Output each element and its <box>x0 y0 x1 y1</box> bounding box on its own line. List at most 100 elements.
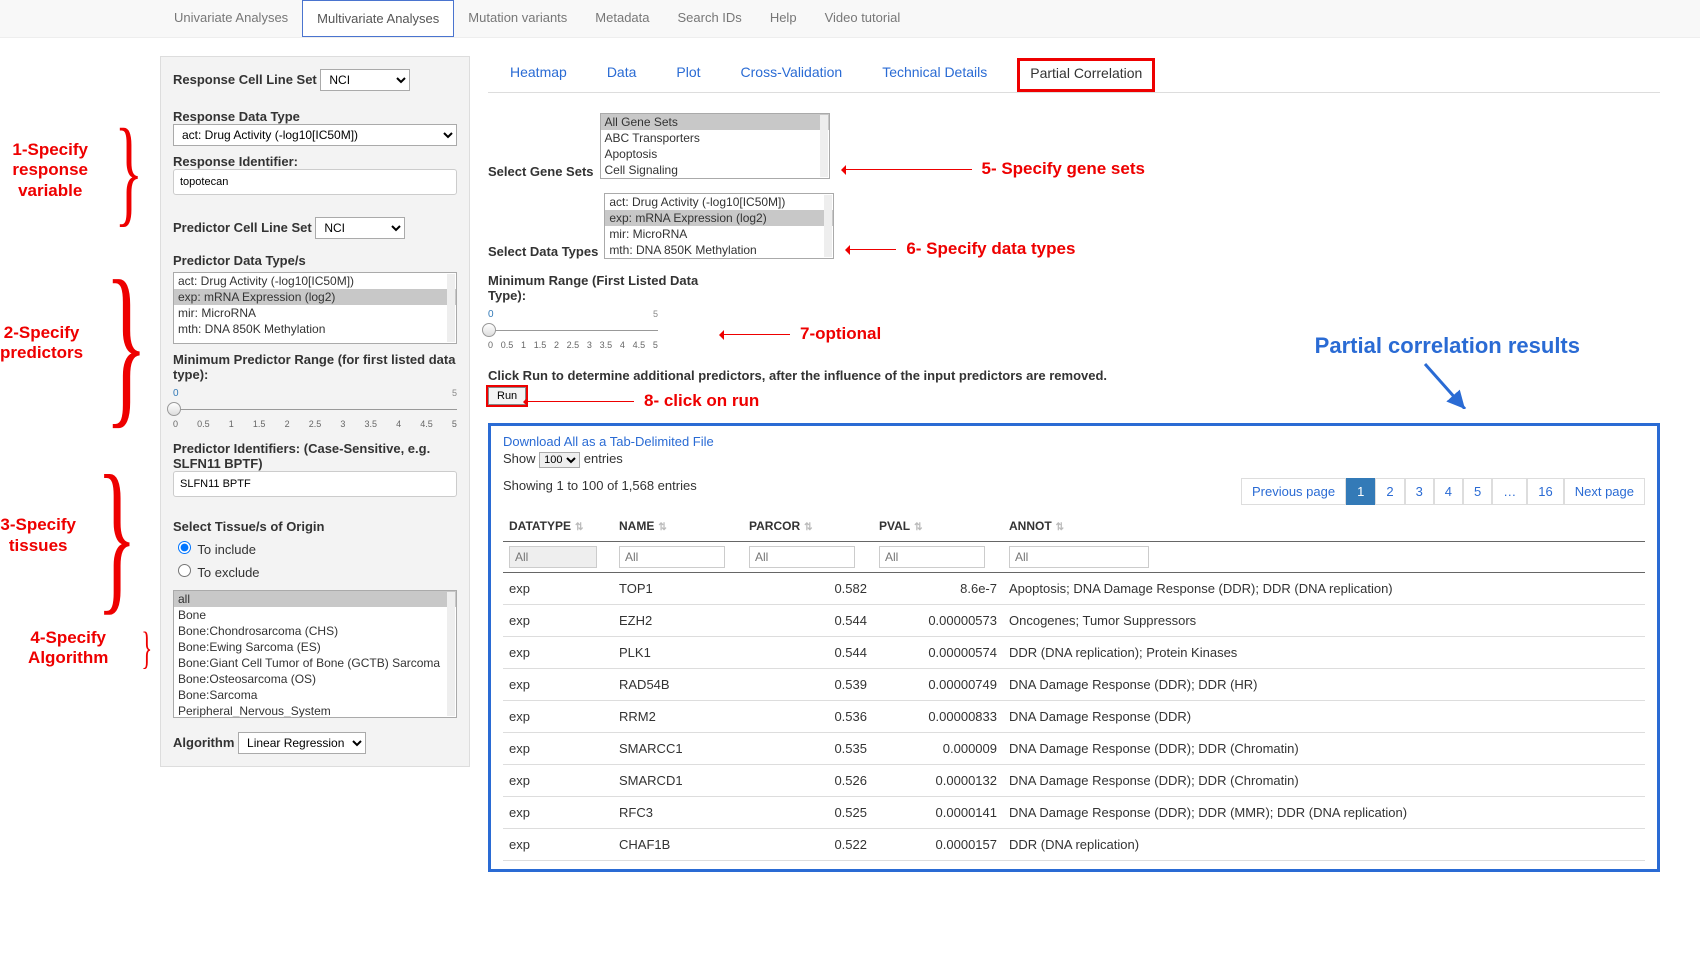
pred-dtypes-listbox[interactable]: act: Drug Activity (-log10[IC50M])exp: m… <box>173 272 457 344</box>
col-pval[interactable]: PVAL⇅ <box>873 511 1003 542</box>
option[interactable]: All Gene Sets <box>601 114 829 130</box>
page-16[interactable]: 16 <box>1527 478 1563 505</box>
option[interactable]: mth: DNA 850K Methylation <box>605 242 833 258</box>
main-nav: Univariate AnalysesMultivariate Analyses… <box>0 0 1700 38</box>
option[interactable]: exp: mRNA Expression (log2) <box>605 210 833 226</box>
filter-pval[interactable] <box>879 546 985 568</box>
option[interactable]: Bone:Sarcoma <box>174 687 456 703</box>
gene-sets-label: Select Gene Sets <box>488 164 594 179</box>
table-row: expSMARCD10.5260.0000132DNA Damage Respo… <box>503 765 1645 797</box>
resp-dtype-select[interactable]: act: Drug Activity (-log10[IC50M]) <box>173 124 457 146</box>
option[interactable]: act: Drug Activity (-log10[IC50M]) <box>174 273 456 289</box>
annot-2: 2-Specify predictors <box>0 323 83 364</box>
option[interactable]: Cell Signaling <box>601 162 829 178</box>
resp-id-label: Response Identifier: <box>173 154 457 169</box>
table-row: expCHAF1B0.5220.0000157DDR (DNA replicat… <box>503 829 1645 861</box>
showing-text: Showing 1 to 100 of 1,568 entries <box>503 478 697 493</box>
option[interactable]: Bone:Giant Cell Tumor of Bone (GCTB) Sar… <box>174 655 456 671</box>
gene-sets-listbox[interactable]: All Gene SetsABC TransportersApoptosisCe… <box>600 113 830 179</box>
filter-datatype[interactable] <box>509 546 597 568</box>
run-instruction: Click Run to determine additional predic… <box>488 368 1107 383</box>
option[interactable]: act: Drug Activity (-log10[IC50M]) <box>605 194 833 210</box>
annot-6: 6- Specify data types <box>906 239 1075 259</box>
nav-tab-search-ids[interactable]: Search IDs <box>664 0 756 37</box>
tissue-listbox[interactable]: allBoneBone:Chondrosarcoma (CHS)Bone:Ewi… <box>173 590 457 718</box>
subtabs: Heatmap Data Plot Cross-Validation Technical… <box>488 58 1660 93</box>
pred-ids-label: Predictor Identifiers: (Case-Sensitive, … <box>173 441 457 471</box>
entries-select[interactable]: 100 <box>539 452 580 468</box>
resp-cellset-select[interactable]: NCI <box>320 69 410 91</box>
results-title-annot: Partial correlation results <box>1315 333 1580 359</box>
pred-ids-input[interactable] <box>173 471 457 497</box>
table-row: expRRM20.5360.00000833DNA Damage Respons… <box>503 701 1645 733</box>
table-row: expRFC30.5250.0000141DNA Damage Response… <box>503 797 1645 829</box>
algo-label: Algorithm <box>173 735 234 750</box>
next-page[interactable]: Next page <box>1564 478 1645 505</box>
left-annotations: 1-Specify response variable } 2-Specify … <box>0 38 160 668</box>
option[interactable]: mir: MicroRNA <box>174 305 456 321</box>
download-link[interactable]: Download All as a Tab-Delimited File <box>503 434 1645 449</box>
option[interactable]: Bone:Osteosarcoma (OS) <box>174 671 456 687</box>
subtab-data[interactable]: Data <box>597 58 647 92</box>
subtab-heatmap[interactable]: Heatmap <box>500 58 577 92</box>
min-pred-range-label: Minimum Predictor Range (for first liste… <box>173 352 457 382</box>
option[interactable]: mth: DNA 850K Methylation <box>174 321 456 337</box>
annot-1: 1-Specify response variable <box>0 140 100 201</box>
option[interactable]: Peripheral_Nervous_System <box>174 703 456 718</box>
page-2[interactable]: 2 <box>1375 478 1404 505</box>
col-annot[interactable]: ANNOT⇅ <box>1003 511 1645 542</box>
min-range-slider[interactable]: 0 5 00.511.522.533.544.55 <box>488 309 658 350</box>
table-row: expEZH20.5440.00000573Oncogenes; Tumor S… <box>503 605 1645 637</box>
page-3[interactable]: 3 <box>1405 478 1434 505</box>
nav-tab-video-tutorial[interactable]: Video tutorial <box>811 0 915 37</box>
resp-cellset-label: Response Cell Line Set <box>173 72 317 87</box>
option[interactable]: Apoptosis <box>601 146 829 162</box>
table-row: expPLK10.5440.00000574DDR (DNA replicati… <box>503 637 1645 669</box>
annot-5: 5- Specify gene sets <box>982 159 1145 179</box>
tissue-include-radio[interactable]: To include <box>173 542 256 557</box>
option[interactable]: exp: mRNA Expression (log2) <box>174 289 456 305</box>
pred-cellset-select[interactable]: NCI <box>315 217 405 239</box>
filter-name[interactable] <box>619 546 725 568</box>
page-…[interactable]: … <box>1492 478 1527 505</box>
table-row: expSMARCC10.5350.000009DNA Damage Respon… <box>503 733 1645 765</box>
page-1[interactable]: 1 <box>1346 478 1375 505</box>
option[interactable]: ABC Transporters <box>601 130 829 146</box>
data-types-listbox[interactable]: act: Drug Activity (-log10[IC50M])exp: m… <box>604 193 834 259</box>
option[interactable]: Bone:Ewing Sarcoma (ES) <box>174 639 456 655</box>
option[interactable]: Bone <box>174 607 456 623</box>
annot-8: 8- click on run <box>644 391 759 411</box>
subtab-partial-correlation[interactable]: Partial Correlation <box>1017 58 1155 92</box>
min-range-label: Minimum Range (First Listed Data Type): <box>488 273 708 303</box>
page-4[interactable]: 4 <box>1434 478 1463 505</box>
sidebar: Response Cell Line Set NCI Response Data… <box>160 56 470 767</box>
nav-tab-univariate-analyses[interactable]: Univariate Analyses <box>160 0 302 37</box>
subtab-technical-details[interactable]: Technical Details <box>872 58 997 92</box>
col-name[interactable]: NAME⇅ <box>613 511 743 542</box>
option[interactable]: mir: MicroRNA <box>605 226 833 242</box>
option[interactable]: all <box>174 591 456 607</box>
algo-select[interactable]: Linear Regression <box>238 732 366 754</box>
subtab-cross-validation[interactable]: Cross-Validation <box>731 58 853 92</box>
pagination: Previous page12345…16Next page <box>1241 478 1645 505</box>
annot-4: 4-Specify Algorithm <box>0 628 136 669</box>
nav-tab-mutation-variants[interactable]: Mutation variants <box>454 0 581 37</box>
subtab-plot[interactable]: Plot <box>666 58 710 92</box>
prev-page[interactable]: Previous page <box>1241 478 1346 505</box>
table-row: expTOP10.5828.6e-7Apoptosis; DNA Damage … <box>503 573 1645 605</box>
resp-id-input[interactable] <box>173 169 457 195</box>
annot-3: 3-Specify tissues <box>0 515 76 556</box>
filter-annot[interactable] <box>1009 546 1149 568</box>
option[interactable]: Bone:Chondrosarcoma (CHS) <box>174 623 456 639</box>
min-pred-range-slider[interactable]: 0 5 00.511.522.533.544.55 <box>173 388 457 429</box>
col-datatype[interactable]: DATATYPE⇅ <box>503 511 613 542</box>
table-row: expRAD54B0.5390.00000749DNA Damage Respo… <box>503 669 1645 701</box>
nav-tab-multivariate-analyses[interactable]: Multivariate Analyses <box>302 0 454 37</box>
nav-tab-metadata[interactable]: Metadata <box>581 0 663 37</box>
col-parcor[interactable]: PARCOR⇅ <box>743 511 873 542</box>
page-5[interactable]: 5 <box>1463 478 1492 505</box>
results-panel: Download All as a Tab-Delimited File Sho… <box>488 423 1660 872</box>
nav-tab-help[interactable]: Help <box>756 0 811 37</box>
filter-parcor[interactable] <box>749 546 855 568</box>
tissue-exclude-radio[interactable]: To exclude <box>173 565 260 580</box>
